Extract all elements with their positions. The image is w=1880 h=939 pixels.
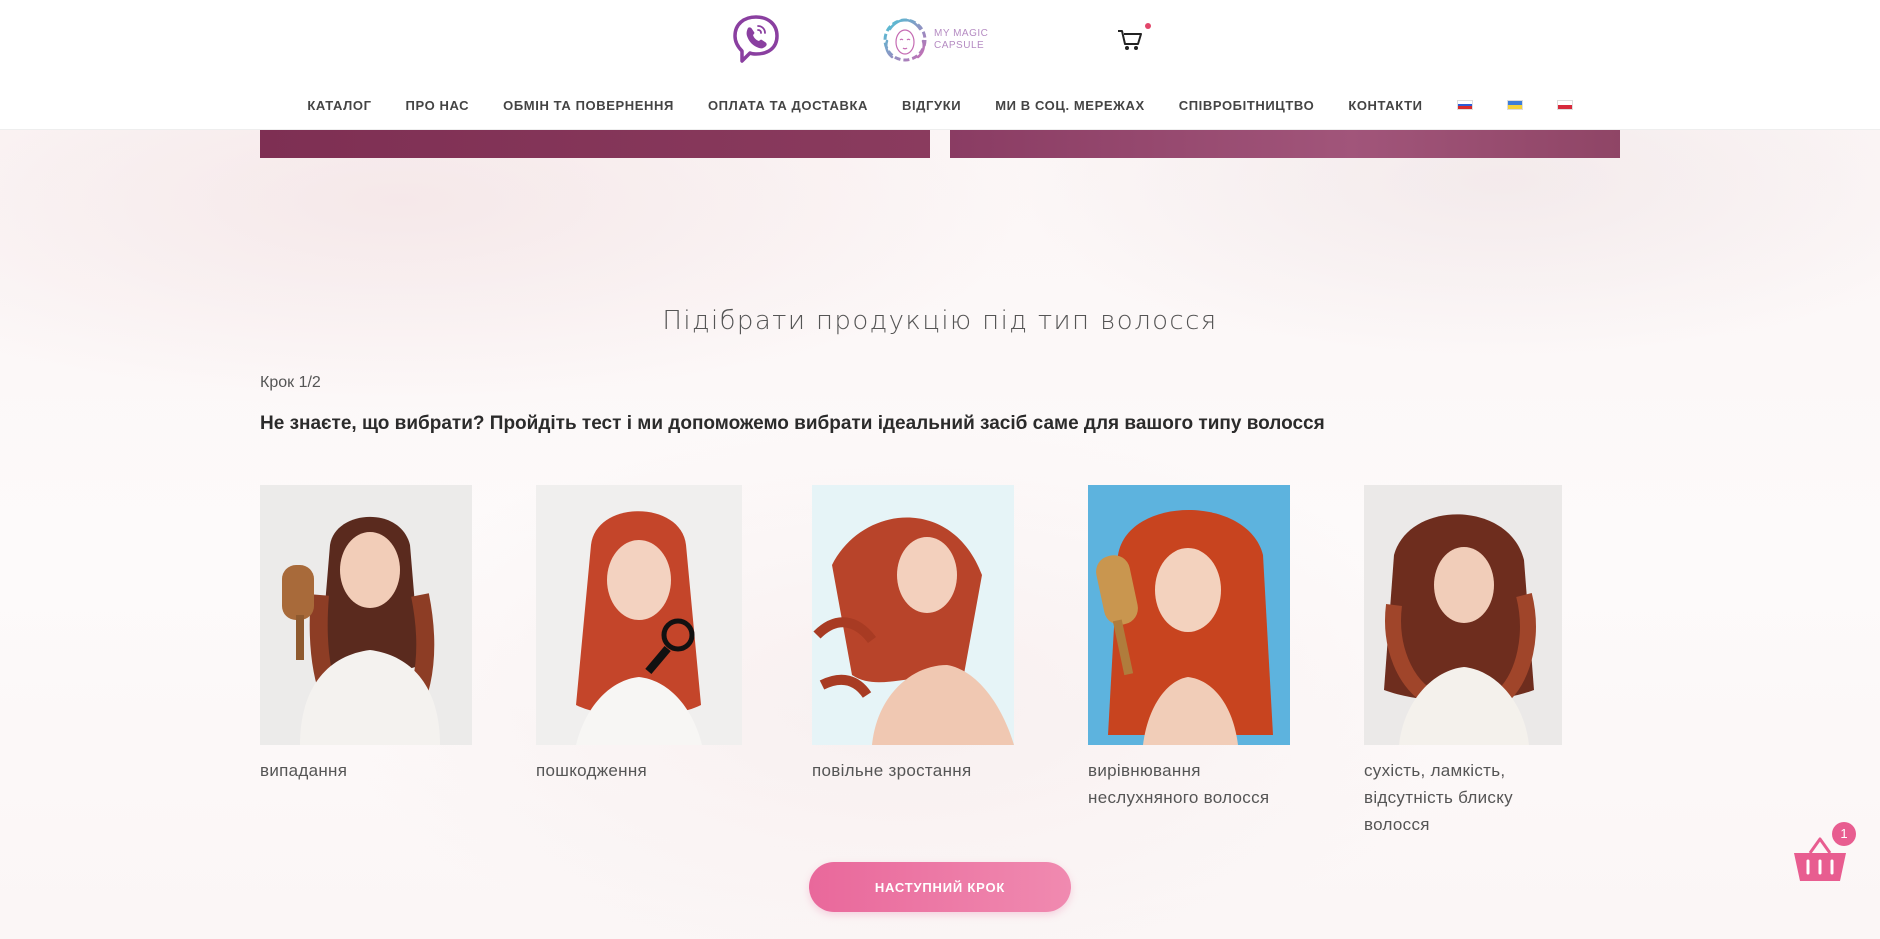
logo-text-line2: CAPSULE (934, 40, 985, 51)
option-label: випадання (260, 761, 348, 780)
ua-flag-icon[interactable] (1506, 100, 1523, 110)
nav-social[interactable]: МИ В СОЦ. МЕРЕЖАХ (978, 98, 1162, 113)
quiz-option-unruly-hair[interactable]: вирівнювання неслухняного волосся (1088, 485, 1290, 811)
nav-cooperation[interactable]: СПІВРОБІТНИЦТВО (1162, 98, 1332, 113)
ru-flag-icon[interactable] (1456, 100, 1473, 110)
quiz-option-damage[interactable]: пошкодження (536, 485, 742, 784)
nav-exchange-return[interactable]: ОБМІН ТА ПОВЕРНЕННЯ (486, 98, 691, 113)
logo-medusa-icon (883, 18, 927, 62)
option-label: сухість, ламкість, відсутність блиску во… (1364, 761, 1513, 834)
nav-payment-delivery[interactable]: ОПЛАТА ТА ДОСТАВКА (691, 98, 885, 113)
nav-reviews[interactable]: ВІДГУКИ (885, 98, 978, 113)
quiz-option-hair-loss[interactable]: випадання (260, 485, 472, 784)
basket-count-badge: 1 (1832, 822, 1856, 846)
viber-icon[interactable] (731, 14, 781, 66)
nav-about[interactable]: ПРО НАС (389, 98, 487, 113)
nav-catalog[interactable]: КАТАЛОГ (290, 98, 388, 113)
option-label: вирівнювання неслухняного волосся (1088, 761, 1270, 807)
cart-notification-dot (1145, 23, 1151, 29)
pl-flag-icon[interactable] (1556, 100, 1573, 110)
section-title: Підібрати продукцію під тип волосся (662, 306, 1218, 336)
option-photo (1088, 485, 1290, 745)
option-photo (1364, 485, 1562, 745)
quiz-question: Не знаєте, що вибрати? Пройдіть тест і м… (260, 413, 1325, 434)
option-label: пошкодження (536, 761, 648, 780)
option-photo (536, 485, 742, 745)
next-step-button[interactable]: НАСТУПНИЙ КРОК (809, 862, 1071, 912)
quiz-step: Крок 1/2 (260, 374, 321, 391)
quiz-option-slow-growth[interactable]: повільне зростання (812, 485, 1014, 784)
option-label: повільне зростання (812, 761, 972, 780)
cart-icon[interactable] (1117, 28, 1143, 52)
logo-text-line1: MY MAGIC (934, 28, 989, 39)
main-nav: КАТАЛОГ ПРО НАС ОБМІН ТА ПОВЕРНЕННЯ ОПЛА… (0, 92, 1880, 118)
quiz-option-dry-brittle[interactable]: сухість, ламкість, відсутність блиску во… (1364, 485, 1562, 838)
option-photo (812, 485, 1014, 745)
nav-contacts[interactable]: КОНТАКТИ (1331, 98, 1439, 113)
site-logo[interactable]: MY MAGIC CAPSULE (882, 14, 998, 66)
option-photo (260, 485, 472, 745)
site-header: MY MAGIC CAPSULE КАТАЛОГ ПРО НАС ОБМІН Т… (0, 0, 1880, 130)
